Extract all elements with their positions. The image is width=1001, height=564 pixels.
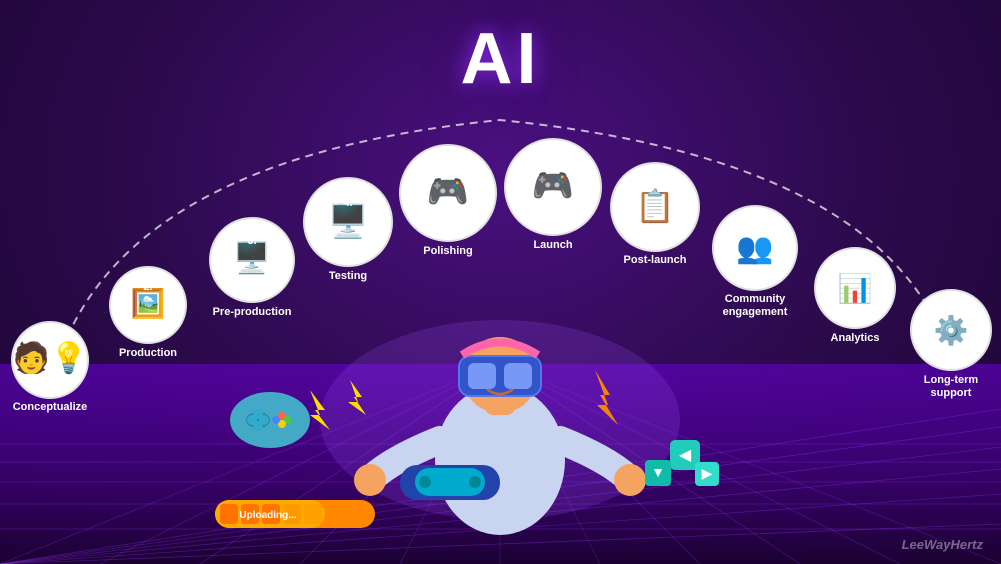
grid-floor bbox=[0, 364, 1001, 564]
main-title: AI bbox=[461, 18, 541, 100]
watermark: LeeWayHertz bbox=[902, 537, 983, 552]
